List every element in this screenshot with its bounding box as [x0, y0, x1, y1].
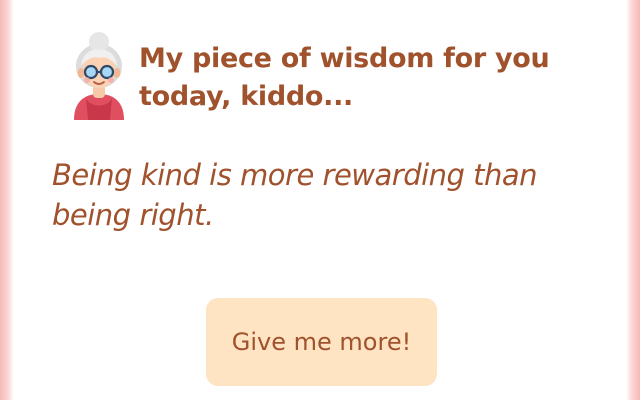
wisdom-quote: Being kind is more rewarding than being …: [52, 158, 538, 232]
give-more-button[interactable]: Give me more!: [206, 298, 437, 386]
grandma-avatar-icon: [74, 32, 124, 120]
page-title: My piece of wisdom for you today, kiddo.…: [139, 43, 550, 112]
wisdom-card: My piece of wisdom for you today, kiddo.…: [14, 0, 626, 400]
card-header: My piece of wisdom for you today, kiddo.…: [64, 28, 579, 124]
